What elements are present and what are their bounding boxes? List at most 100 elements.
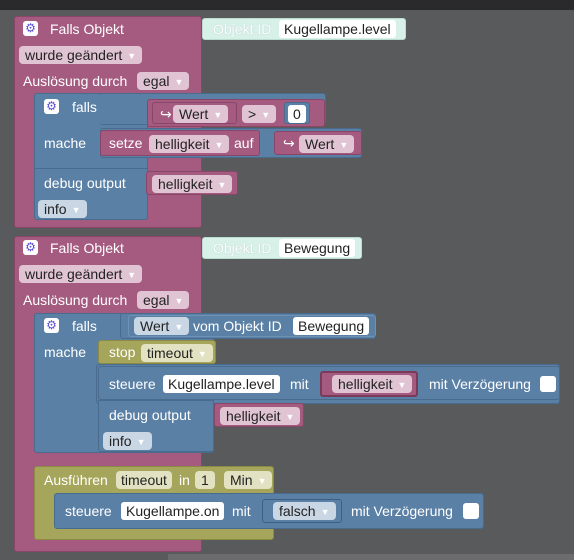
debug-level-dropdown[interactable]: info ▼ [38, 200, 87, 218]
gear-icon[interactable]: ⚙ [23, 240, 38, 255]
operator-dropdown[interactable]: > ▼ [242, 105, 277, 123]
verzoegerung-checkbox[interactable] [540, 376, 556, 392]
ausloesung-label: Auslösung durch [23, 73, 128, 89]
boolean-value: falsch [279, 503, 316, 519]
number-block[interactable]: 0 [284, 102, 310, 124]
steuere-target-field[interactable]: Kugellampe.level [163, 375, 280, 393]
debug-var-dropdown[interactable]: helligkeit ▼ [220, 407, 301, 425]
ausfuehren-label: Ausführen [44, 472, 108, 488]
get-value-block[interactable]: Wert ▼ vom Objekt ID Bewegung [128, 315, 376, 337]
mit-label: mit [290, 376, 309, 392]
wert-value: Wert [140, 318, 170, 334]
variable-arrow-icon: ↪ [283, 135, 295, 151]
debug-output-label: debug output [44, 175, 126, 191]
in-label: in [179, 472, 190, 488]
vom-objekt-field[interactable]: Bewegung [293, 317, 370, 335]
objekt-id-block[interactable]: Objekt ID Kugellampe.level [202, 18, 406, 40]
chevron-down-icon: ▼ [71, 205, 81, 215]
trigger-dropdown[interactable]: wurde geändert ▼ [19, 265, 143, 283]
number-field[interactable]: 0 [288, 105, 306, 123]
debug-level-value: info [109, 433, 132, 449]
ausloesung-dropdown[interactable]: egal ▼ [137, 72, 190, 90]
variable-arrow-icon: ↪ [160, 106, 172, 122]
set-variable-block[interactable]: setze helligkeit ▼ auf [100, 130, 260, 156]
debug-level-dropdown[interactable]: info ▼ [103, 432, 152, 450]
variable-block[interactable]: ↪ Wert ▼ [152, 102, 237, 124]
steuere-label: steuere [109, 376, 156, 392]
boolean-dropdown[interactable]: falsch ▼ [273, 502, 336, 520]
variable-value: Wert [305, 136, 335, 152]
objekt-id-field[interactable]: Kugellampe.level [279, 20, 396, 38]
ausloesung-value: egal [143, 73, 170, 89]
steuere-block-2[interactable]: steuere Kugellampe.on mit falsch ▼ mit Ve… [54, 493, 484, 529]
steuere-label: steuere [65, 503, 112, 519]
mit-verzoegerung-label: mit Verzögerung [429, 376, 531, 392]
setze-variable-dropdown[interactable]: helligkeit ▼ [149, 135, 230, 153]
falls-objekt-label: Falls Objekt [50, 240, 124, 256]
workspace-scrollbar[interactable] [168, 554, 574, 560]
ausloesung-value: egal [143, 292, 170, 308]
chevron-down-icon: ▼ [127, 51, 137, 61]
ausloesung-label: Auslösung durch [23, 292, 128, 308]
objekt-id-field[interactable]: Bewegung [279, 239, 356, 257]
chevron-down-icon: ▼ [217, 180, 227, 190]
chevron-down-icon: ▼ [213, 110, 223, 120]
gear-icon[interactable]: ⚙ [44, 99, 59, 114]
steuere-var-block[interactable]: helligkeit ▼ [320, 371, 418, 397]
chevron-down-icon: ▼ [136, 437, 146, 447]
chevron-down-icon: ▼ [174, 296, 184, 306]
get-variable-block[interactable]: ↪ Wert ▼ [274, 131, 362, 155]
steuere-block[interactable]: steuere Kugellampe.level mit helligkeit ▼… [98, 366, 560, 400]
debug-var-block[interactable]: helligkeit ▼ [146, 171, 238, 195]
trigger-dropdown[interactable]: wurde geändert ▼ [19, 46, 143, 64]
gear-icon[interactable]: ⚙ [44, 318, 59, 333]
debug-var-dropdown[interactable]: helligkeit ▼ [152, 175, 233, 193]
debug-output-label: debug output [109, 407, 191, 423]
unit-value: Min [230, 472, 253, 488]
chevron-down-icon: ▼ [320, 507, 330, 517]
ausf-timeout-field[interactable]: timeout [116, 471, 172, 489]
compare-block[interactable]: ↪ Wert ▼ > ▼ 0 [147, 99, 325, 127]
chevron-down-icon: ▼ [214, 140, 224, 150]
ausloesung-dropdown[interactable]: egal ▼ [137, 291, 190, 309]
timeout-dropdown[interactable]: timeout ▼ [141, 344, 213, 362]
unit-dropdown[interactable]: Min ▼ [224, 471, 273, 489]
variable-dropdown[interactable]: Wert ▼ [299, 135, 355, 153]
mit-verzoegerung-label: mit Verzögerung [351, 503, 453, 519]
chevron-down-icon: ▼ [339, 140, 349, 150]
boolean-block[interactable]: falsch ▼ [262, 499, 342, 523]
setze-label: setze [109, 135, 143, 151]
setze-variable-value: helligkeit [155, 136, 210, 152]
ausf-timeout-value: timeout [121, 472, 167, 488]
debug-var-block[interactable]: helligkeit ▼ [214, 403, 304, 427]
steuere-var-dropdown[interactable]: helligkeit ▼ [332, 375, 413, 393]
chevron-down-icon: ▼ [174, 77, 184, 87]
chevron-down-icon: ▼ [397, 380, 407, 390]
chevron-down-icon: ▼ [261, 110, 271, 120]
variable-dropdown[interactable]: Wert ▼ [173, 105, 229, 123]
gear-icon[interactable]: ⚙ [23, 21, 38, 36]
auf-label: auf [234, 135, 254, 151]
in-value-field[interactable]: 1 [195, 471, 215, 489]
debug-var-value: helligkeit [158, 176, 213, 192]
falls-label: falls [72, 99, 97, 115]
mache-label: mache [44, 344, 87, 360]
objekt-id-block[interactable]: Objekt ID Bewegung [202, 237, 362, 259]
mit-label: mit [232, 503, 251, 519]
chevron-down-icon: ▼ [197, 349, 207, 359]
steuere-var-value: helligkeit [338, 376, 393, 392]
debug-level-value: info [44, 201, 67, 217]
wert-dropdown[interactable]: Wert ▼ [134, 317, 190, 335]
falls-label: falls [72, 318, 97, 334]
objekt-id-label: Objekt ID [213, 21, 272, 37]
variable-value: Wert [179, 106, 209, 122]
trigger-value: wurde geändert [25, 266, 123, 282]
operator-value: > [248, 106, 257, 122]
vom-objekt-label: vom Objekt ID [193, 318, 282, 334]
stop-timeout-block[interactable]: stop timeout ▼ [98, 340, 216, 364]
chevron-down-icon: ▼ [127, 270, 137, 280]
debug-var-value: helligkeit [226, 408, 281, 424]
toolbar-strip [0, 0, 574, 10]
steuere-target-field[interactable]: Kugellampe.on [121, 502, 225, 520]
verzoegerung-checkbox[interactable] [463, 503, 479, 519]
